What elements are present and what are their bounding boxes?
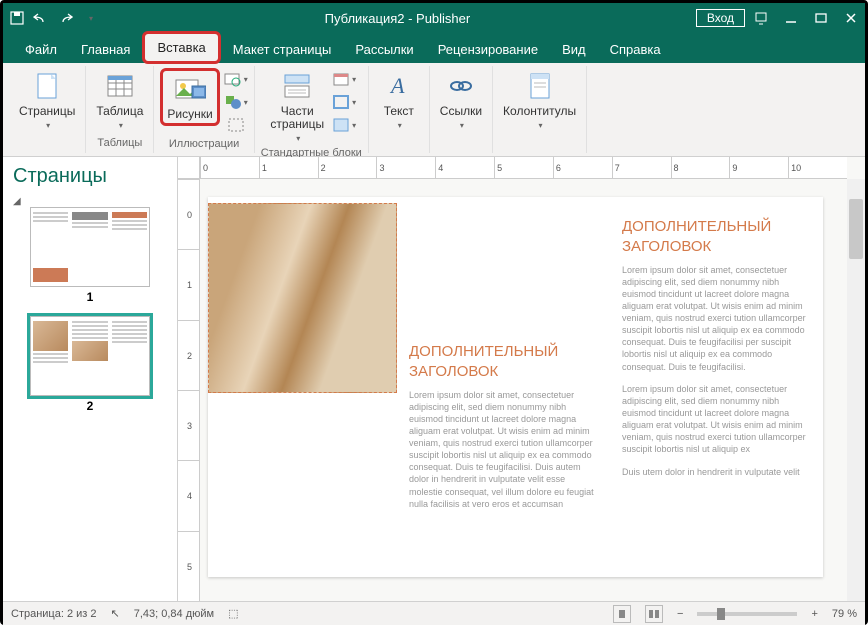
ruler-vertical: 012345: [178, 179, 200, 601]
page-icon: [31, 70, 63, 102]
heading-2[interactable]: ДОПОЛНИТЕЛЬНЫЙ ЗАГОЛОВОК: [622, 217, 811, 258]
pictures-button[interactable]: Рисунки: [160, 68, 219, 126]
table-button[interactable]: Таблица ▾: [92, 68, 147, 132]
group-label-illustrations: Иллюстрации: [169, 136, 239, 152]
header-footer-icon: [524, 70, 556, 102]
pages-panel-title: Страницы: [9, 163, 171, 196]
document-page[interactable]: ДОПОЛНИТЕЛЬНЫЙ ЗАГОЛОВОК Lorem ipsum dol…: [208, 197, 823, 577]
column-2: ДОПОЛНИТЕЛЬНЫЙ ЗАГОЛОВОК Lorem ipsum dol…: [397, 197, 610, 577]
ribbon-options-icon[interactable]: [753, 10, 769, 26]
tab-file[interactable]: Файл: [13, 36, 69, 63]
svg-text:A: A: [389, 73, 405, 98]
status-bar: Страница: 2 из 2 ↖ 7,43; 0,84 дюйм ⬚ − +…: [3, 601, 865, 625]
quick-access-toolbar: ▾: [9, 10, 99, 26]
page-thumb-1[interactable]: 1: [9, 207, 171, 304]
group-label-tables: Таблицы: [97, 135, 142, 151]
page-number-1: 1: [9, 290, 171, 304]
page-parts-icon: [281, 70, 313, 102]
shapes-button[interactable]: ▾: [224, 91, 248, 113]
image-placeholder[interactable]: [208, 203, 397, 393]
tab-insert[interactable]: Вставка: [142, 31, 220, 64]
page-indicator[interactable]: Страница: 2 из 2: [11, 608, 97, 620]
group-label: [46, 135, 49, 151]
ribbon-group-illustrations: Рисунки ▾ ▾ Иллюстрации: [154, 66, 254, 153]
ribbon-group-tables: Таблица ▾ Таблицы: [86, 66, 154, 153]
title-bar: ▾ Публикация2 - Publisher Вход: [3, 3, 865, 33]
column-1: [208, 197, 397, 577]
table-icon: [104, 70, 136, 102]
ribbon: Страницы ▾ Таблица ▾ Таблицы Рисунки ▾ ▾: [3, 63, 865, 157]
object-size-icon: ⬚: [228, 607, 238, 620]
tab-mailings[interactable]: Рассылки: [343, 36, 425, 63]
tab-view[interactable]: Вид: [550, 36, 598, 63]
chevron-down-icon: ▾: [46, 121, 50, 130]
ribbon-group-links: Ссылки ▾: [430, 66, 493, 153]
undo-icon[interactable]: [33, 10, 49, 26]
chevron-down-icon: ▾: [539, 121, 543, 130]
body-text-3[interactable]: Lorem ipsum dolor sit amet, consectetuer…: [622, 383, 811, 456]
page-thumb-2[interactable]: 2: [9, 316, 171, 413]
tab-review[interactable]: Рецензирование: [426, 36, 550, 63]
zoom-level[interactable]: 79 %: [832, 608, 857, 620]
ribbon-group-pages: Страницы ▾: [9, 66, 86, 153]
header-footer-button[interactable]: Колонтитулы ▾: [499, 68, 580, 132]
zoom-out-button[interactable]: −: [677, 608, 683, 620]
save-icon[interactable]: [9, 10, 25, 26]
canvas-area: 012345678910 012345 ДОПОЛНИТЕЛЬНЫЙ ЗАГОЛ…: [178, 157, 865, 601]
picture-icon: [174, 73, 206, 105]
redo-icon[interactable]: [57, 10, 73, 26]
ads-button[interactable]: ▾: [332, 114, 356, 136]
tab-page-layout[interactable]: Макет страницы: [221, 36, 344, 63]
pages-panel: Страницы ◢ 1 2: [3, 157, 178, 601]
ribbon-group-building-blocks: Части страницы ▾ ▾ ▾ ▾ Стандартные блоки: [255, 66, 369, 153]
page-parts-button[interactable]: Части страницы ▾: [266, 68, 328, 145]
single-page-view-button[interactable]: [613, 605, 631, 623]
two-page-view-button[interactable]: [645, 605, 663, 623]
chevron-down-icon: ▾: [398, 121, 402, 130]
column-3: ДОПОЛНИТЕЛЬНЫЙ ЗАГОЛОВОК Lorem ipsum dol…: [610, 197, 823, 577]
ruler-horizontal: 012345678910: [200, 157, 847, 179]
minimize-icon[interactable]: [783, 10, 799, 26]
login-button[interactable]: Вход: [696, 9, 745, 27]
calendars-button[interactable]: ▾: [332, 68, 356, 90]
page-number-2: 2: [9, 399, 171, 413]
zoom-slider[interactable]: [697, 612, 797, 616]
borders-button[interactable]: ▾: [332, 91, 356, 113]
collapse-icon[interactable]: ◢: [9, 196, 171, 207]
links-button[interactable]: Ссылки ▾: [436, 68, 486, 132]
workspace: Страницы ◢ 1 2 012345678910 012345: [3, 157, 865, 601]
maximize-icon[interactable]: [813, 10, 829, 26]
online-pictures-button[interactable]: ▾: [224, 68, 248, 90]
text-button[interactable]: A Текст ▾: [375, 68, 423, 132]
scrollbar-vertical[interactable]: [847, 179, 865, 601]
body-text-2[interactable]: Lorem ipsum dolor sit amet, consectetuer…: [622, 264, 811, 373]
pointer-icon: ↖: [111, 607, 120, 620]
ribbon-tabs: Файл Главная Вставка Макет страницы Расс…: [3, 33, 865, 63]
chevron-down-icon: ▾: [460, 121, 464, 130]
chevron-down-icon: ▾: [296, 134, 300, 143]
tab-help[interactable]: Справка: [598, 36, 673, 63]
qat-dropdown-icon[interactable]: ▾: [83, 10, 99, 26]
ribbon-group-text: A Текст ▾: [369, 66, 430, 153]
body-text-1[interactable]: Lorem ipsum dolor sit amet, consectetuer…: [409, 389, 598, 510]
chevron-down-icon: ▾: [119, 121, 123, 130]
ruler-corner: [178, 157, 200, 179]
zoom-in-button[interactable]: +: [811, 608, 817, 620]
pages-button[interactable]: Страницы ▾: [15, 68, 79, 132]
body-text-4[interactable]: Duis utem dolor in hendrerit in vulputat…: [622, 466, 811, 478]
ribbon-group-header-footer: Колонтитулы ▾: [493, 66, 587, 153]
window-title: Публикация2 - Publisher: [99, 11, 696, 26]
link-icon: [445, 70, 477, 102]
picture-placeholder-button[interactable]: [224, 114, 248, 136]
heading-1[interactable]: ДОПОЛНИТЕЛЬНЫЙ ЗАГОЛОВОК: [409, 342, 598, 383]
coordinates: 7,43; 0,84 дюйм: [134, 608, 214, 620]
close-icon[interactable]: [843, 10, 859, 26]
text-icon: A: [383, 70, 415, 102]
tab-home[interactable]: Главная: [69, 36, 142, 63]
window-controls: [753, 10, 859, 26]
